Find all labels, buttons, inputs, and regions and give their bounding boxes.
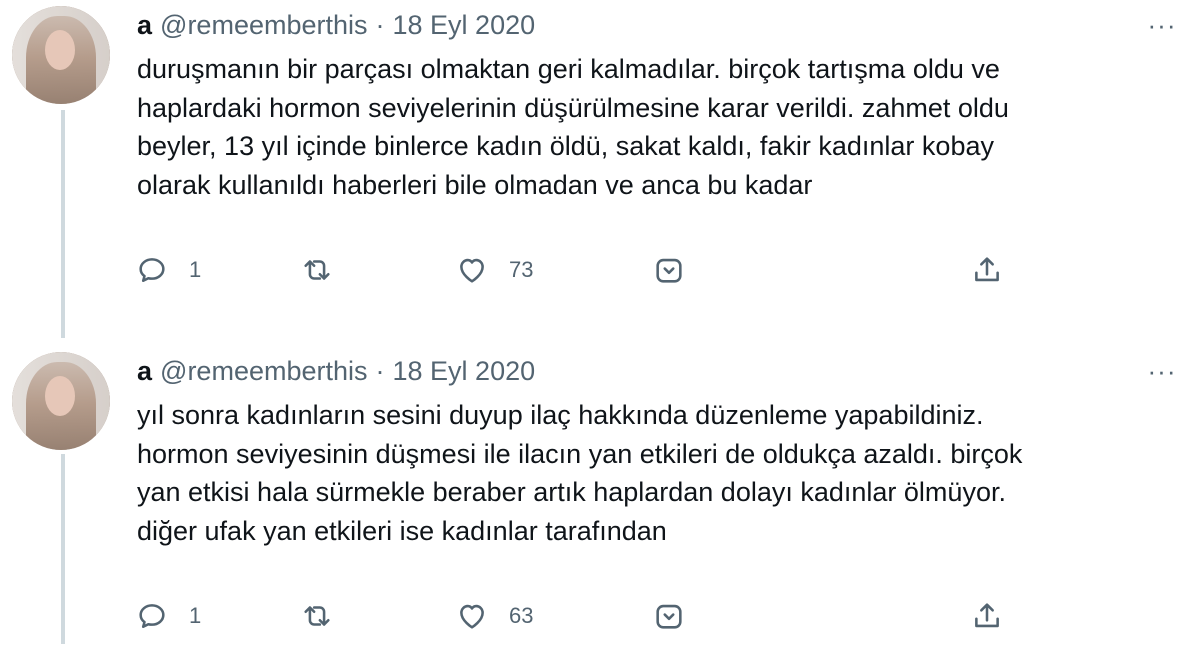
more-options-icon[interactable]: ··· (1142, 10, 1182, 40)
retweet-icon (300, 253, 334, 287)
share-icon (970, 253, 1004, 287)
tweet-actions: 1 63 (0, 593, 1200, 639)
reply-icon (135, 253, 169, 287)
share-button[interactable] (970, 593, 1004, 639)
reply-button[interactable]: 1 (135, 247, 201, 293)
tweet-text: duruşmanın bir parçası olmaktan geri kal… (137, 54, 1009, 200)
tweet-header: a @remeemberthis · 18 Eyl 2020 (137, 8, 535, 42)
like-button[interactable]: 63 (455, 593, 533, 639)
tip-button[interactable] (652, 593, 686, 639)
display-name[interactable]: a (137, 356, 152, 387)
tip-jar-icon (652, 599, 686, 633)
tweet-actions: 1 73 (0, 247, 1200, 293)
avatar[interactable] (12, 6, 110, 104)
tweet-date[interactable]: 18 Eyl 2020 (393, 10, 536, 41)
share-button[interactable] (970, 247, 1004, 293)
retweet-button[interactable] (300, 593, 334, 639)
tweet[interactable]: a @remeemberthis · 18 Eyl 2020 ··· yıl s… (0, 346, 1200, 668)
retweet-icon (300, 599, 334, 633)
heart-icon (455, 599, 489, 633)
share-icon (970, 599, 1004, 633)
tweet-header: a @remeemberthis · 18 Eyl 2020 (137, 354, 535, 388)
like-button[interactable]: 73 (455, 247, 533, 293)
display-name[interactable]: a (137, 10, 152, 41)
tweet-text: yıl sonra kadınların sesini duyup ilaç h… (137, 400, 1023, 546)
avatar[interactable] (12, 352, 110, 450)
like-count: 63 (509, 603, 534, 628)
tip-button[interactable] (652, 247, 686, 293)
separator: · (375, 9, 385, 40)
reply-button[interactable]: 1 (135, 593, 201, 639)
like-count: 73 (509, 257, 534, 282)
tweet[interactable]: a @remeemberthis · 18 Eyl 2020 ··· duruş… (0, 0, 1200, 322)
retweet-button[interactable] (300, 247, 334, 293)
tweet-date[interactable]: 18 Eyl 2020 (393, 356, 536, 387)
reply-icon (135, 599, 169, 633)
separator: · (375, 355, 385, 386)
reply-count: 1 (189, 603, 202, 628)
user-handle[interactable]: @remeemberthis (160, 356, 367, 387)
reply-count: 1 (189, 257, 202, 282)
heart-icon (455, 253, 489, 287)
more-options-icon[interactable]: ··· (1142, 356, 1182, 386)
tip-jar-icon (652, 253, 686, 287)
user-handle[interactable]: @remeemberthis (160, 10, 367, 41)
